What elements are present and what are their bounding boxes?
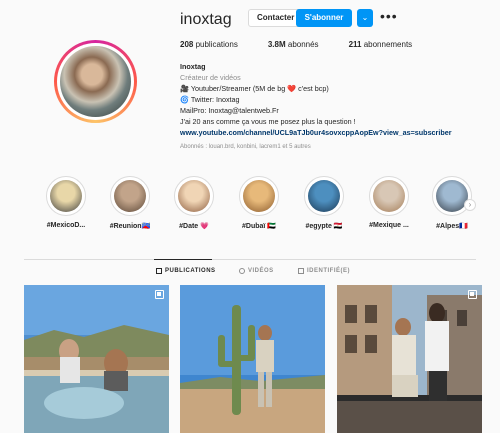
profile-avatar[interactable] <box>54 40 137 123</box>
post-thumbnail[interactable] <box>24 285 169 433</box>
post-image <box>24 285 169 433</box>
following-count[interactable]: 211 abonnements <box>349 40 413 49</box>
tab-videos[interactable]: VIDÉOS <box>239 268 274 274</box>
bio-line: 🎥 Youtuber/Streamer (5M de bg ❤️ c'est b… <box>180 84 329 93</box>
post-thumbnail[interactable] <box>337 285 482 433</box>
story-highlight[interactable]: #MexicoD... <box>38 176 94 229</box>
more-options-icon[interactable]: ••• <box>380 9 398 23</box>
highlight-label: #Mexique ... <box>369 222 409 229</box>
highlight-cover <box>436 180 468 212</box>
posts-count: 208 publications <box>180 40 238 49</box>
avatar-image <box>60 46 131 117</box>
highlight-cover <box>114 180 146 212</box>
multiple-posts-icon <box>155 290 164 299</box>
highlight-label: #egypte 🇪🇬 <box>305 223 343 230</box>
highlight-cover <box>50 180 82 212</box>
post-image <box>337 285 482 433</box>
highlight-label: #Alpes🇫🇷 <box>436 223 468 230</box>
highlight-cover <box>243 180 275 212</box>
highlight-label: #MexicoD... <box>46 222 86 229</box>
bio-line: J'ai 20 ans comme ça vous me posez plus … <box>180 117 356 126</box>
follow-button[interactable]: S'abonner <box>296 9 352 27</box>
story-highlight[interactable]: #Date 💗 <box>166 176 222 230</box>
profile-stats: 208 publications 3.8M abonnés 211 abonne… <box>180 40 442 49</box>
highlight-label: #Date 💗 <box>179 223 209 230</box>
tabs-divider <box>24 259 476 260</box>
profile-category: Créateur de vidéos <box>180 73 241 82</box>
multiple-posts-icon <box>468 290 477 299</box>
suggested-accounts-button[interactable]: ⌄ <box>357 9 373 27</box>
profile-username: inoxtag <box>180 11 232 28</box>
highlights-next-icon[interactable]: › <box>464 199 476 211</box>
highlight-label: #Dubaï 🇦🇪 <box>242 223 276 230</box>
story-highlight[interactable]: #Reunion🇷🇪 <box>102 176 158 230</box>
followed-by-text[interactable]: Abonnés : louan.brd, konbini, lacrem1 et… <box>180 142 480 153</box>
highlight-label: #Reunion🇷🇪 <box>109 223 151 230</box>
post-thumbnail[interactable] <box>180 285 325 433</box>
story-highlight[interactable]: #Mexique ... <box>361 176 417 229</box>
tag-icon <box>298 268 304 274</box>
profile-full-name: Inoxtag <box>180 62 206 71</box>
grid-icon <box>156 268 162 274</box>
profile-bio: Inoxtag Créateur de vidéos 🎥 Youtuber/St… <box>180 61 480 153</box>
highlight-cover <box>308 180 340 212</box>
highlight-cover <box>178 180 210 212</box>
followers-count[interactable]: 3.8M abonnés <box>268 40 319 49</box>
tab-tagged[interactable]: IDENTIFIÉ(E) <box>298 268 350 274</box>
highlight-cover <box>373 180 405 212</box>
story-highlight[interactable]: #egypte 🇪🇬 <box>296 176 352 230</box>
tab-publications[interactable]: PUBLICATIONS <box>156 268 216 274</box>
story-highlight[interactable]: #Dubaï 🇦🇪 <box>231 176 287 230</box>
bio-line: MailPro: Inoxtag@talentweb.Fr <box>180 106 279 115</box>
active-tab-indicator <box>154 259 212 260</box>
video-icon <box>239 268 245 274</box>
post-image <box>180 285 325 433</box>
bio-line: 🌀 Twitter: Inoxtag <box>180 95 240 104</box>
bio-website-link[interactable]: www.youtube.com/channel/UCL9aTJb0ur4sovx… <box>180 127 480 138</box>
